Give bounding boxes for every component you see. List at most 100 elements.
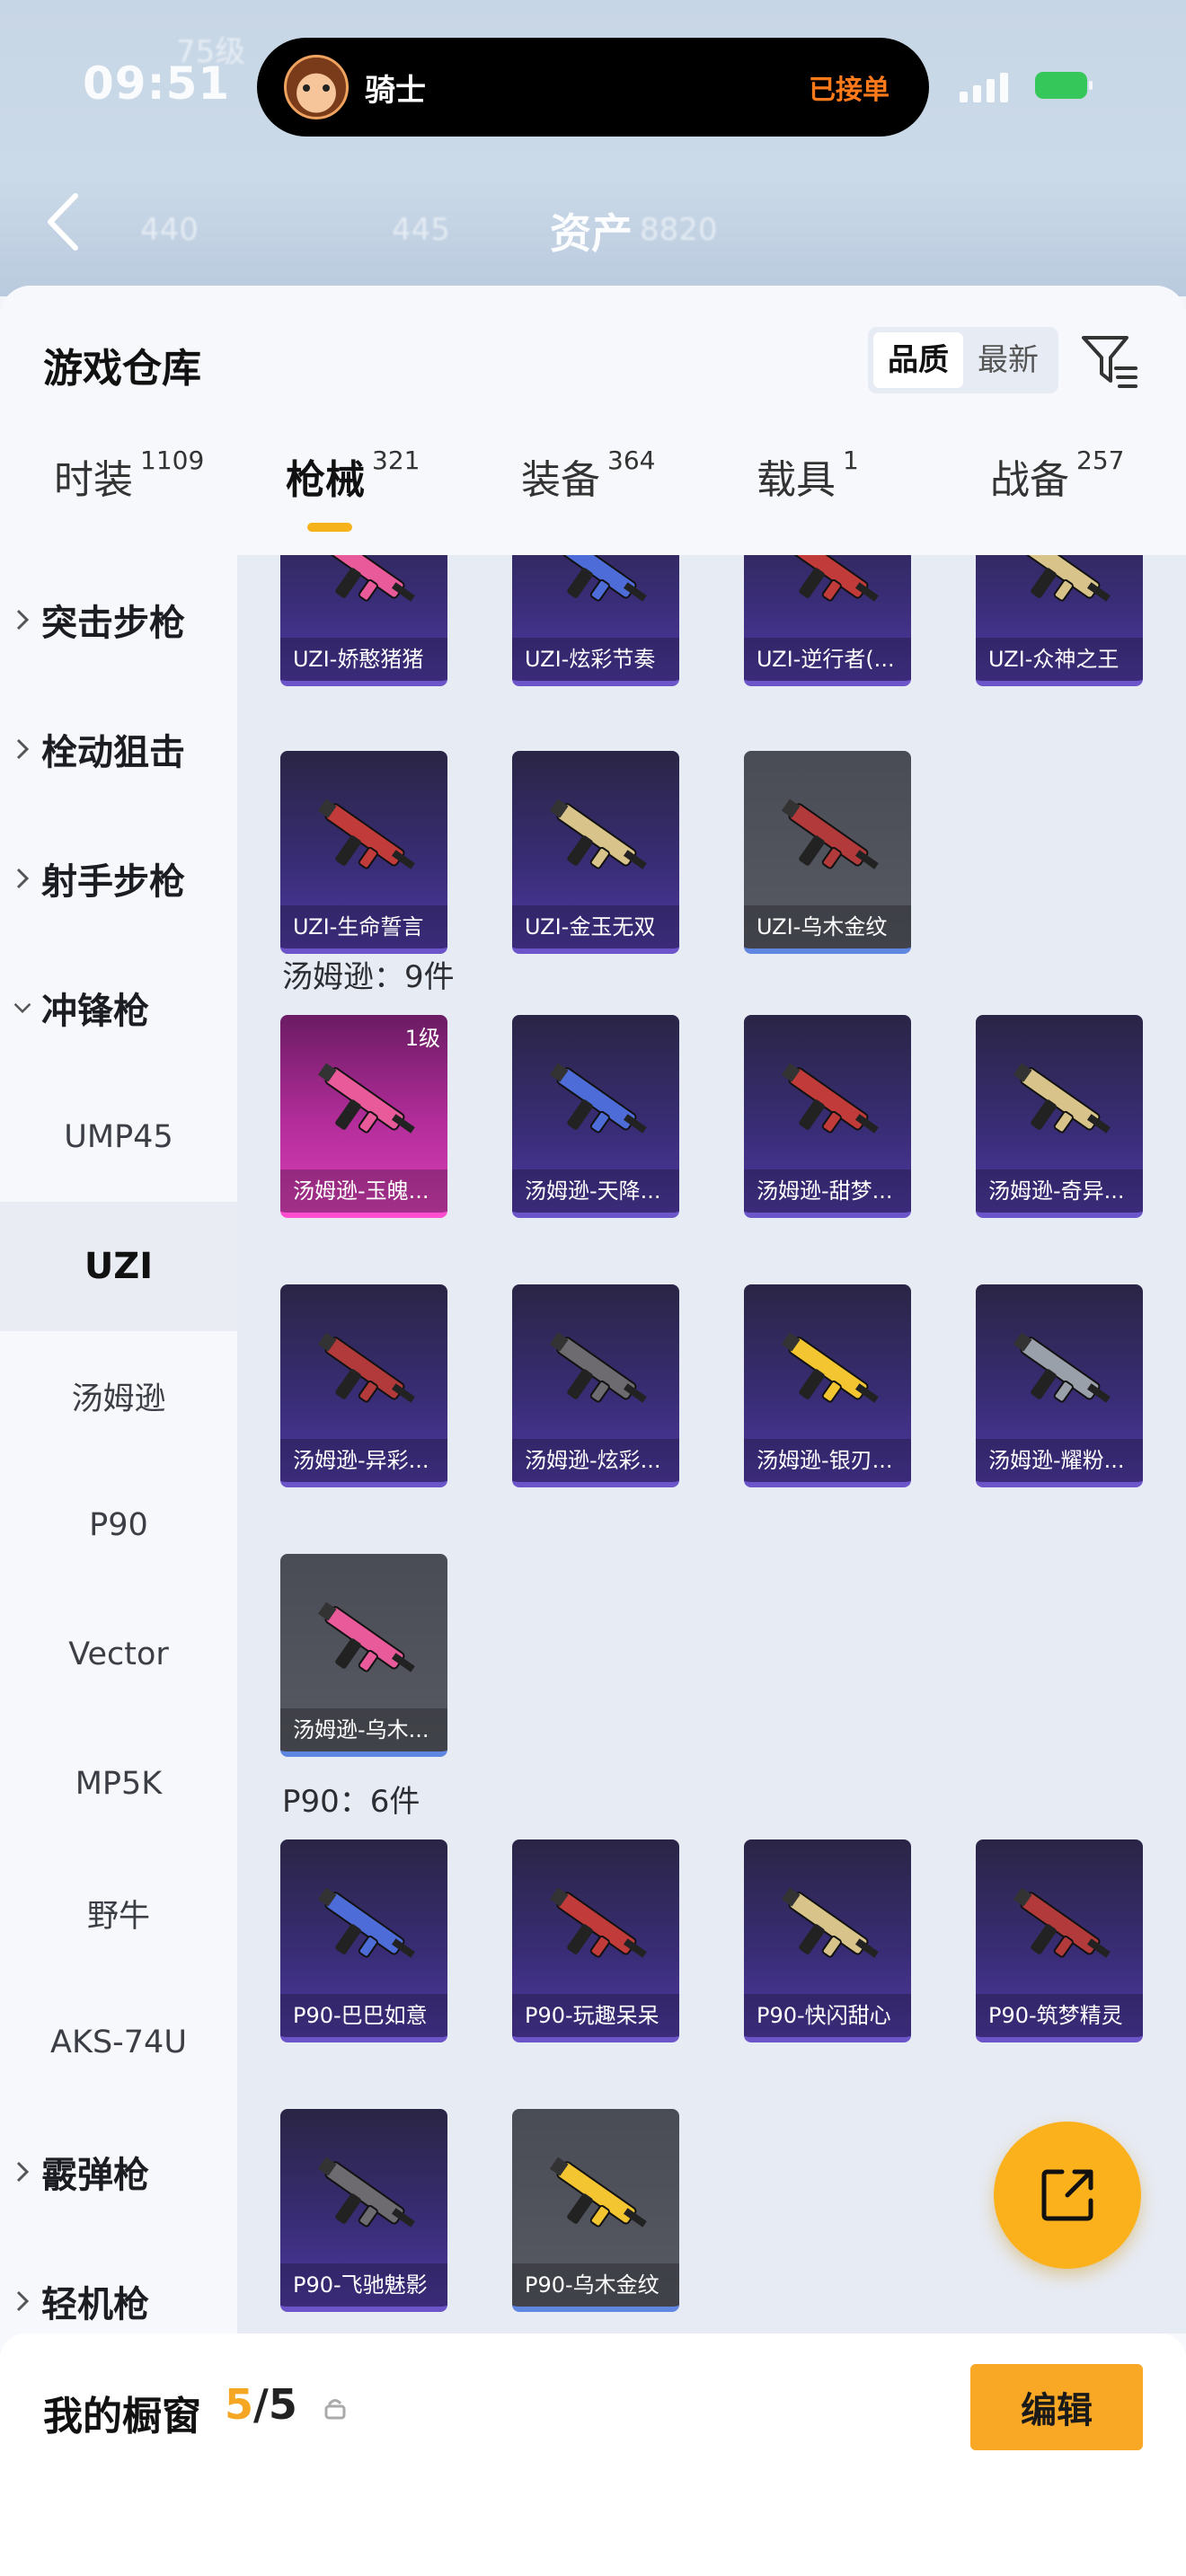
tab-label: 战备 (990, 457, 1069, 503)
tab-label: 装备 (521, 457, 600, 503)
uzi-card[interactable]: UZI-众神之王 (976, 555, 1143, 686)
sort-quality-button[interactable]: 品质 (873, 332, 963, 388)
item-name: 汤姆逊-奇异... (976, 1169, 1143, 1213)
showcase-total: 5 (268, 2380, 297, 2429)
chevron-right-icon (0, 608, 32, 631)
tab-equipment[interactable]: 装备 364 (521, 446, 656, 505)
p90-card[interactable]: P90-筑梦精灵 (976, 1839, 1143, 2042)
sidebar-item-label: 霰弹枪 (41, 2155, 149, 2196)
thompson-card[interactable]: 汤姆逊-耀粉... (976, 1284, 1143, 1487)
gun-icon (549, 2157, 647, 2228)
tab-label: 载具 (757, 457, 836, 503)
item-name: 汤姆逊-玉魄... (280, 1169, 447, 1213)
item-name: UZI-娇憨猪猪 (280, 638, 447, 681)
uzi-card[interactable]: UZI-乌木金纹 (744, 751, 911, 954)
sidebar-item-smg[interactable]: 冲锋枪 (0, 943, 237, 1072)
item-name: P90-飞驰魅影 (280, 2263, 447, 2307)
sidebar-sub-bizon[interactable]: 野牛 (0, 1848, 237, 1978)
gun-icon (549, 798, 647, 869)
sidebar-sub-mp5k[interactable]: MP5K (0, 1719, 237, 1848)
tab-count: 1 (843, 446, 859, 475)
gun-icon (781, 798, 879, 869)
item-name: P90-乌木金纹 (512, 2263, 679, 2307)
ghost-stat: 8820 (640, 212, 718, 248)
thompson-card[interactable]: 汤姆逊-炫彩... (512, 1284, 679, 1487)
edit-button[interactable]: 编辑 (970, 2364, 1143, 2450)
gun-icon (317, 1601, 415, 1672)
tab-vehicles[interactable]: 载具 1 (757, 446, 859, 505)
sidebar-item-label: 栓动狙击 (41, 732, 185, 773)
sidebar-item-label: 射手步枪 (41, 861, 185, 903)
item-name: 汤姆逊-甜梦... (744, 1169, 911, 1213)
sidebar-item-marksman-rifle[interactable]: 射手步枪 (0, 814, 237, 943)
sidebar-item-assault-rifle[interactable]: 突击步枪 (0, 555, 237, 684)
thompson-card[interactable]: 汤姆逊-银刃... (744, 1284, 911, 1487)
tab-count: 1109 (140, 446, 205, 475)
sidebar-sub-thompson[interactable]: 汤姆逊 (0, 1331, 237, 1460)
p90-card[interactable]: P90-飞驰魅影 (280, 2109, 447, 2312)
item-name: 汤姆逊-天降... (512, 1169, 679, 1213)
uzi-card[interactable]: UZI-娇憨猪猪 (280, 555, 447, 686)
uzi-card[interactable]: UZI-炫彩节奏 (512, 555, 679, 686)
filter-icon[interactable] (1080, 331, 1139, 390)
tab-fashion[interactable]: 时装 1109 (54, 446, 205, 505)
thompson-card[interactable]: 1级 汤姆逊-玉魄... (280, 1015, 447, 1218)
thompson-card[interactable]: 汤姆逊-奇异... (976, 1015, 1143, 1218)
showcase-title: 我的橱窗 (43, 2394, 201, 2439)
sidebar-item-shotgun[interactable]: 霰弹枪 (0, 2107, 237, 2236)
uzi-card[interactable]: UZI-金玉无双 (512, 751, 679, 954)
p90-card[interactable]: P90-玩趣呆呆 (512, 1839, 679, 2042)
uzi-card[interactable]: UZI-生命誓言 (280, 751, 447, 954)
p90-card[interactable]: P90-快闪甜心 (744, 1839, 911, 2042)
tab-label: 时装 (54, 457, 133, 503)
gun-icon (1013, 1063, 1111, 1134)
thompson-card[interactable]: 汤姆逊-天降... (512, 1015, 679, 1218)
tab-count: 321 (372, 446, 420, 475)
sidebar-item-bolt-sniper[interactable]: 栓动狙击 (0, 684, 237, 814)
gun-icon (781, 1063, 879, 1134)
sidebar-item-label: 冲锋枪 (41, 991, 149, 1032)
p90-card[interactable]: P90-巴巴如意 (280, 1839, 447, 2042)
item-name: P90-筑梦精灵 (976, 1994, 1143, 2037)
gun-icon (317, 2157, 415, 2228)
item-name: 汤姆逊-异彩... (280, 1439, 447, 1482)
back-arrow-icon[interactable] (43, 190, 83, 253)
sidebar-sub-uzi[interactable]: UZI (0, 1202, 237, 1331)
group-title-thompson: 汤姆逊：9件 (282, 959, 455, 995)
sidebar-sub-p90[interactable]: P90 (0, 1460, 237, 1590)
chevron-down-icon (0, 1000, 32, 1016)
thompson-card[interactable]: 汤姆逊-乌木... (280, 1554, 447, 1757)
dynamic-island[interactable]: 骑士 已接单 (257, 38, 929, 137)
avatar (284, 55, 349, 119)
tab-count: 364 (607, 446, 656, 475)
share-icon (1041, 2169, 1093, 2221)
sidebar-sub-aks74u[interactable]: AKS-74U (0, 1978, 237, 2107)
tab-label: 枪械 (286, 457, 365, 503)
gun-icon (1013, 1332, 1111, 1403)
sort-toggle: 品质 最新 (868, 327, 1058, 393)
sheet-header: 游戏仓库 品质 最新 时装 1109 枪械 321 装备 364 载具 1 战备… (0, 286, 1186, 555)
gun-icon (324, 555, 415, 602)
item-name: 汤姆逊-乌木... (280, 1708, 447, 1751)
showcase-used: 5 (225, 2380, 254, 2429)
thompson-card[interactable]: 汤姆逊-异彩... (280, 1284, 447, 1487)
item-name: 汤姆逊-银刃... (744, 1439, 911, 1482)
uzi-card[interactable]: UZI-逆行者(... (744, 555, 911, 686)
share-button[interactable] (994, 2122, 1141, 2269)
sidebar-sub-vector[interactable]: Vector (0, 1590, 237, 1719)
gun-icon (788, 555, 879, 602)
item-name: UZI-众神之王 (976, 638, 1143, 681)
tab-supplies[interactable]: 战备 257 (990, 446, 1124, 505)
showcase-bar: 我的橱窗 5/5 编辑 (0, 2333, 1186, 2576)
ghost-stat: 445 (392, 212, 450, 248)
tab-guns[interactable]: 枪械 321 (286, 446, 420, 505)
island-status: 已接单 (809, 75, 890, 106)
page-title: 资产 (550, 209, 633, 258)
sidebar-sub-ump45[interactable]: UMP45 (0, 1072, 237, 1202)
showcase-separator: / (253, 2380, 269, 2429)
thompson-card[interactable]: 汤姆逊-甜梦... (744, 1015, 911, 1218)
sort-latest-button[interactable]: 最新 (963, 332, 1053, 388)
p90-card[interactable]: P90-乌木金纹 (512, 2109, 679, 2312)
signal-icon (960, 70, 1008, 102)
item-name: UZI-生命誓言 (280, 905, 447, 948)
